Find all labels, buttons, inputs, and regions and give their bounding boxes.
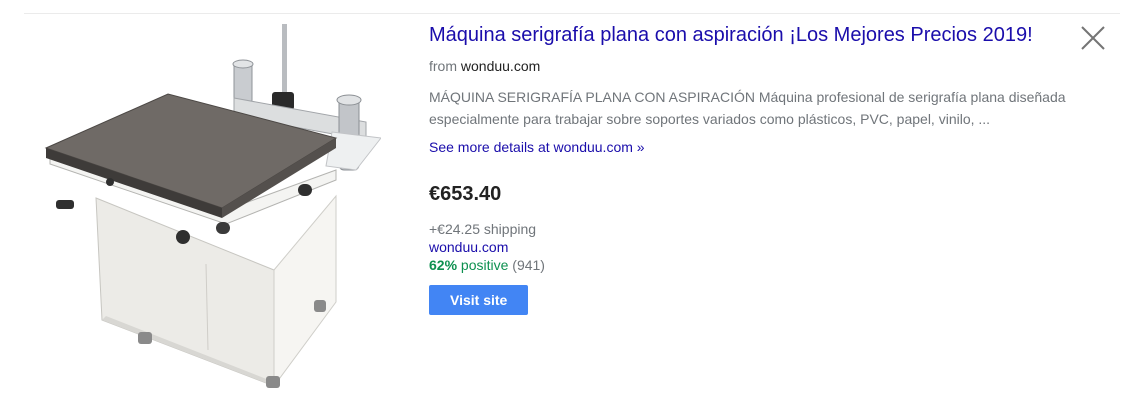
source-prefix: from: [429, 58, 457, 74]
seller-link[interactable]: wonduu.com: [429, 238, 1109, 256]
product-description: MÁQUINA SERIGRAFÍA PLANA CON ASPIRACIÓN …: [429, 89, 1066, 127]
seller-rating: 62% positive (941): [429, 256, 1109, 274]
product-title-link[interactable]: Máquina serigrafía plana con aspiración …: [429, 24, 1049, 47]
rating-word: positive: [460, 257, 509, 273]
rating-count: (941): [512, 257, 545, 273]
product-price: €653.40: [429, 183, 502, 205]
close-button[interactable]: [1077, 22, 1109, 54]
rating-percent: 62%: [429, 257, 458, 273]
product-info: Máquina serigrafía plana con aspiración …: [429, 24, 1109, 315]
top-divider: [24, 13, 1120, 14]
shipping-cost: +€24.25 shipping: [429, 221, 537, 237]
more-details-link[interactable]: See more details at wonduu.com »: [429, 138, 645, 156]
visit-site-button[interactable]: Visit site: [429, 285, 529, 315]
source-domain: wonduu.com: [460, 58, 541, 74]
close-icon: [1081, 26, 1105, 50]
product-image[interactable]: [36, 20, 381, 388]
source-line: from wonduu.com: [429, 57, 1109, 75]
